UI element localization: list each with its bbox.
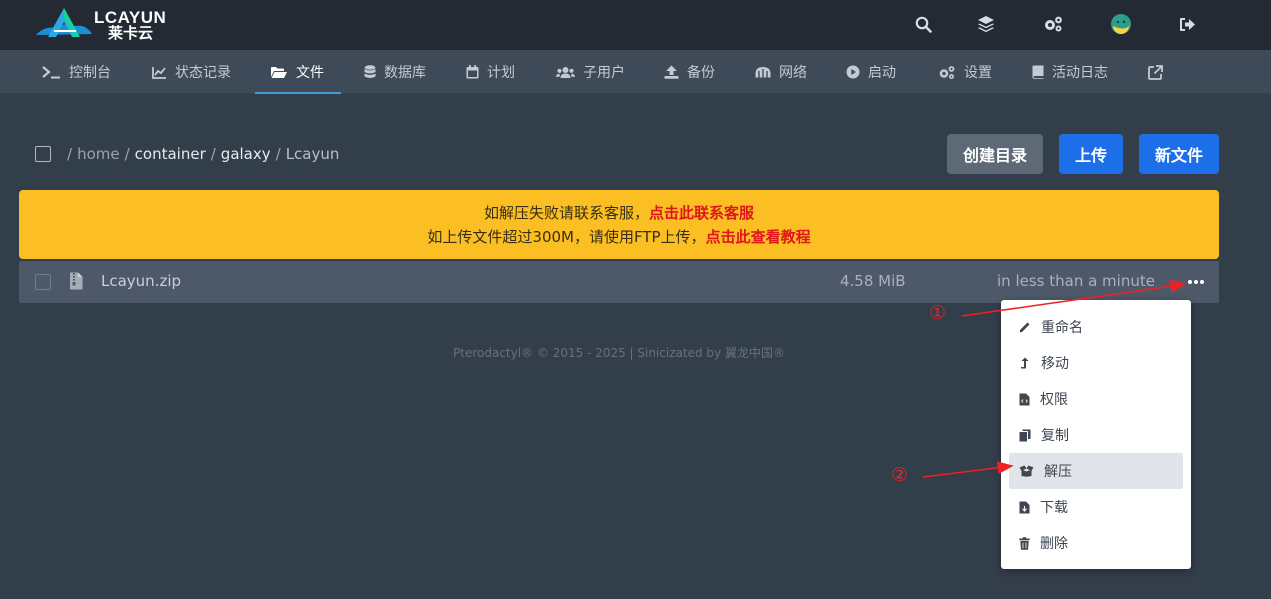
menu-item-label: 下载 bbox=[1040, 500, 1068, 516]
calendar-icon bbox=[466, 65, 479, 79]
layers-icon[interactable] bbox=[974, 12, 998, 36]
file-modified: in less than a minute bbox=[997, 272, 1155, 290]
breadcrumb-current: Lcayun bbox=[285, 145, 340, 163]
annotation-step-2: ② bbox=[891, 464, 909, 486]
chart-line-icon bbox=[152, 66, 166, 79]
top-bar: LCAYUN 莱卡云 bbox=[0, 0, 1271, 50]
cogs-icon[interactable] bbox=[1041, 12, 1065, 36]
menu-item-permissions[interactable]: 权限 bbox=[1009, 381, 1183, 417]
notice-text-1: 如解压失败请联系客服， bbox=[483, 204, 649, 222]
file-download-icon bbox=[1019, 501, 1030, 513]
menu-item-extract[interactable]: 解压 bbox=[1009, 453, 1183, 489]
arrow-step-2 bbox=[922, 461, 1014, 478]
menu-item-move[interactable]: 移动 bbox=[1009, 345, 1183, 381]
nav-item-label: 启动 bbox=[868, 65, 896, 81]
menu-item-download[interactable]: 下载 bbox=[1009, 489, 1183, 525]
nav-item-stats[interactable]: 状态记录 bbox=[152, 50, 231, 94]
breadcrumb: / home / container / galaxy / Lcayun bbox=[67, 143, 339, 165]
select-all-checkbox[interactable] bbox=[35, 146, 51, 162]
upload-icon bbox=[664, 65, 679, 79]
users-icon bbox=[556, 66, 575, 78]
menu-item-label: 移动 bbox=[1041, 356, 1069, 372]
nav-item-settings[interactable]: 设置 bbox=[937, 50, 992, 94]
breadcrumb-container[interactable]: container bbox=[135, 145, 206, 163]
network-icon bbox=[755, 67, 771, 78]
nav-item-database[interactable]: 数据库 bbox=[364, 50, 426, 94]
notice-line-1: 如解压失败请联系客服，点击此联系客服 bbox=[484, 202, 754, 223]
menu-item-label: 权限 bbox=[1040, 392, 1068, 408]
notice-banner: 如解压失败请联系客服，点击此联系客服 如上传文件超过300M，请使用FTP上传，… bbox=[19, 190, 1219, 259]
file-size: 4.58 MiB bbox=[840, 272, 906, 290]
external-link-button[interactable] bbox=[1148, 50, 1163, 94]
breadcrumb-separator: / bbox=[275, 145, 281, 163]
logo-text-zh: 莱卡云 bbox=[108, 24, 154, 42]
play-circle-icon bbox=[846, 65, 860, 79]
notice-text-2: 如上传文件超过300M，请使用FTP上传， bbox=[427, 228, 706, 246]
trash-icon bbox=[1019, 536, 1030, 550]
notice-line-2: 如上传文件超过300M，请使用FTP上传，点击此查看教程 bbox=[427, 226, 810, 247]
new-file-button[interactable]: 新文件 bbox=[1139, 134, 1219, 174]
annotation-step-1: ① bbox=[929, 302, 947, 324]
file-context-menu: 重命名 移动 权限 复制 解压 下载 删除 bbox=[1001, 300, 1191, 569]
menu-item-label: 重命名 bbox=[1041, 320, 1083, 336]
nav-item-console[interactable]: 控制台 bbox=[42, 50, 111, 94]
logout-icon[interactable] bbox=[1175, 12, 1199, 36]
nav-item-label: 子用户 bbox=[583, 65, 625, 81]
book-icon bbox=[1032, 65, 1044, 79]
nav-item-label: 控制台 bbox=[69, 65, 111, 81]
nav-item-label: 设置 bbox=[964, 65, 992, 81]
folder-open-icon bbox=[271, 66, 287, 78]
breadcrumb-galaxy[interactable]: galaxy bbox=[221, 145, 271, 163]
move-arrow-icon bbox=[1021, 357, 1029, 369]
file-row[interactable]: Lcayun.zip 4.58 MiB in less than a minut… bbox=[19, 261, 1219, 303]
main-nav: 控制台 状态记录 文件 数据库 计划 子用户 备份 网络 启动 设置 活动日志 bbox=[0, 50, 1271, 94]
cogs-icon bbox=[939, 65, 955, 79]
create-directory-button[interactable]: 创建目录 bbox=[947, 134, 1043, 174]
ftp-tutorial-link[interactable]: 点击此查看教程 bbox=[706, 228, 811, 246]
nav-item-startup[interactable]: 启动 bbox=[846, 50, 896, 94]
terminal-icon bbox=[42, 66, 60, 79]
menu-item-label: 复制 bbox=[1041, 428, 1069, 444]
file-archive-icon bbox=[70, 272, 83, 290]
breadcrumb-separator: / bbox=[124, 145, 130, 163]
breadcrumb-home[interactable]: home bbox=[77, 145, 120, 163]
menu-item-copy[interactable]: 复制 bbox=[1009, 417, 1183, 453]
menu-item-rename[interactable]: 重命名 bbox=[1009, 309, 1183, 345]
avatar[interactable] bbox=[1109, 12, 1133, 36]
menu-item-label: 删除 bbox=[1040, 536, 1068, 552]
external-link-icon bbox=[1148, 64, 1163, 80]
file-select-checkbox[interactable] bbox=[35, 274, 51, 290]
nav-item-label: 网络 bbox=[779, 65, 807, 81]
file-name[interactable]: Lcayun.zip bbox=[101, 272, 181, 290]
upload-button[interactable]: 上传 bbox=[1059, 134, 1123, 174]
file-options-button[interactable] bbox=[1185, 273, 1207, 291]
breadcrumb-separator: / bbox=[210, 145, 216, 163]
box-open-icon bbox=[1019, 465, 1034, 477]
nav-item-backup[interactable]: 备份 bbox=[664, 50, 715, 94]
nav-item-subusers[interactable]: 子用户 bbox=[556, 50, 625, 94]
nav-item-network[interactable]: 网络 bbox=[755, 50, 807, 94]
breadcrumb-separator: / bbox=[67, 145, 73, 163]
nav-item-label: 文件 bbox=[296, 65, 324, 81]
nav-item-schedule[interactable]: 计划 bbox=[466, 50, 515, 94]
menu-item-label: 解压 bbox=[1044, 464, 1072, 480]
copy-icon bbox=[1019, 429, 1031, 441]
logo[interactable]: LCAYUN 莱卡云 bbox=[34, 4, 174, 44]
menu-item-delete[interactable]: 删除 bbox=[1009, 525, 1183, 561]
nav-item-label: 计划 bbox=[487, 65, 515, 81]
nav-item-label: 状态记录 bbox=[175, 65, 231, 81]
nav-item-label: 备份 bbox=[687, 65, 715, 81]
nav-item-label: 数据库 bbox=[384, 65, 426, 81]
database-icon bbox=[364, 65, 376, 78]
contact-support-link[interactable]: 点击此联系客服 bbox=[649, 204, 754, 222]
search-icon[interactable] bbox=[911, 12, 935, 36]
file-code-icon bbox=[1019, 393, 1030, 405]
pencil-icon bbox=[1019, 322, 1030, 333]
nav-item-files[interactable]: 文件 bbox=[255, 50, 341, 94]
nav-item-label: 活动日志 bbox=[1052, 65, 1108, 81]
nav-item-activity[interactable]: 活动日志 bbox=[1032, 50, 1108, 94]
